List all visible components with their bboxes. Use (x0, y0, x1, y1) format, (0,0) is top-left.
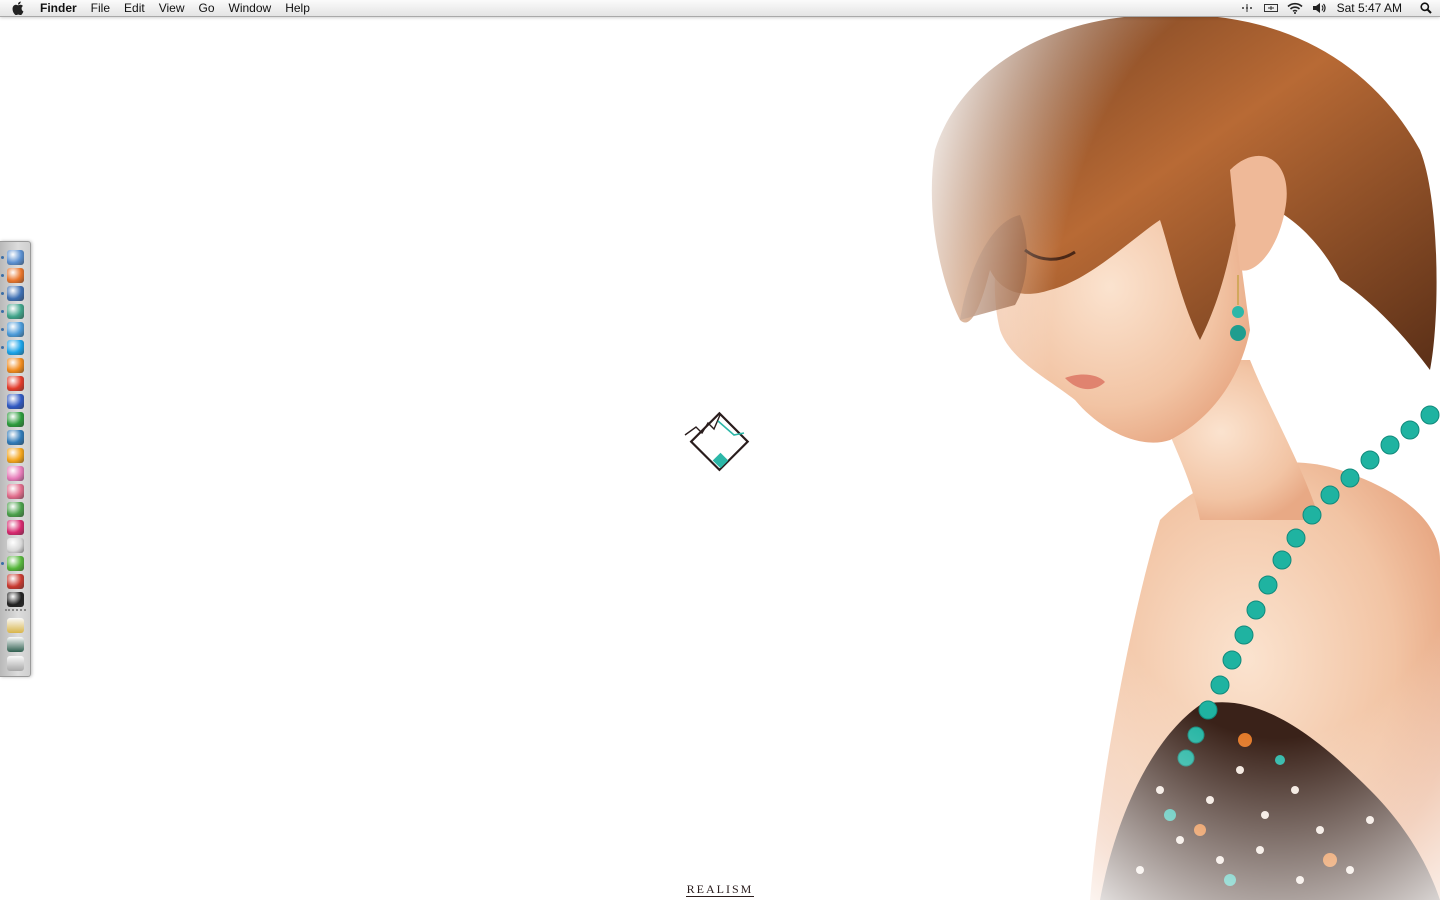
wifi-icon[interactable] (1283, 0, 1307, 16)
hand-icon[interactable] (7, 484, 24, 499)
running-indicator (1, 292, 4, 295)
running-indicator (1, 346, 4, 349)
flower-icon[interactable] (7, 448, 24, 463)
menu-bar: Finder File Edit View Go Window Help Sat… (0, 0, 1440, 17)
caption-text: REALISM (685, 882, 755, 897)
blue-cube-icon[interactable] (7, 394, 24, 409)
menu-clock[interactable]: Sat 5:47 AM (1331, 1, 1412, 15)
trash-icon[interactable] (7, 656, 24, 671)
menu-window[interactable]: Window (222, 0, 279, 16)
butterfly-icon[interactable] (7, 466, 24, 481)
vlc-cone-icon[interactable] (7, 358, 24, 373)
terminal-icon[interactable] (7, 592, 24, 607)
running-indicator (1, 310, 4, 313)
wallpaper-logo-icon (682, 405, 754, 477)
green-cube-icon[interactable] (7, 412, 24, 427)
volume-icon[interactable] (1307, 0, 1331, 16)
tomato-icon[interactable] (7, 376, 24, 391)
chat-bubble-icon[interactable] (7, 322, 24, 337)
menu-file[interactable]: File (84, 0, 117, 16)
mail-bird-icon[interactable] (7, 286, 24, 301)
dock (0, 241, 31, 677)
bluetooth-icon[interactable] (1235, 0, 1259, 16)
photo-icon[interactable] (7, 574, 24, 589)
display-icon[interactable] (1259, 0, 1283, 16)
dock-separator (5, 609, 26, 611)
apple-menu-icon[interactable] (12, 0, 28, 16)
finder-icon[interactable] (7, 250, 24, 265)
spotlight-icon[interactable] (1412, 2, 1440, 14)
menu-view[interactable]: View (152, 0, 192, 16)
pink-flower-icon[interactable] (7, 520, 24, 535)
firefox-icon[interactable] (7, 268, 24, 283)
apple-green-icon[interactable] (7, 556, 24, 571)
leaf-icon[interactable] (7, 502, 24, 517)
paper-icon[interactable] (7, 538, 24, 553)
menu-go[interactable]: Go (192, 0, 222, 16)
skype-icon[interactable] (7, 340, 24, 355)
adium-icon[interactable] (7, 304, 24, 319)
menu-app-finder[interactable]: Finder (38, 0, 84, 16)
status-area: Sat 5:47 AM (1235, 0, 1440, 16)
running-indicator (1, 256, 4, 259)
pen-icon[interactable] (7, 430, 24, 445)
menu-edit[interactable]: Edit (117, 0, 152, 16)
wallpaper-photo (900, 0, 1440, 900)
menu-help[interactable]: Help (278, 0, 317, 16)
running-indicator (1, 562, 4, 565)
running-indicator (1, 274, 4, 277)
folder-stack-icon[interactable] (7, 618, 24, 633)
running-indicator (1, 328, 4, 331)
wallpaper-caption: REALISM (0, 882, 1440, 897)
monitor-icon[interactable] (7, 637, 24, 652)
